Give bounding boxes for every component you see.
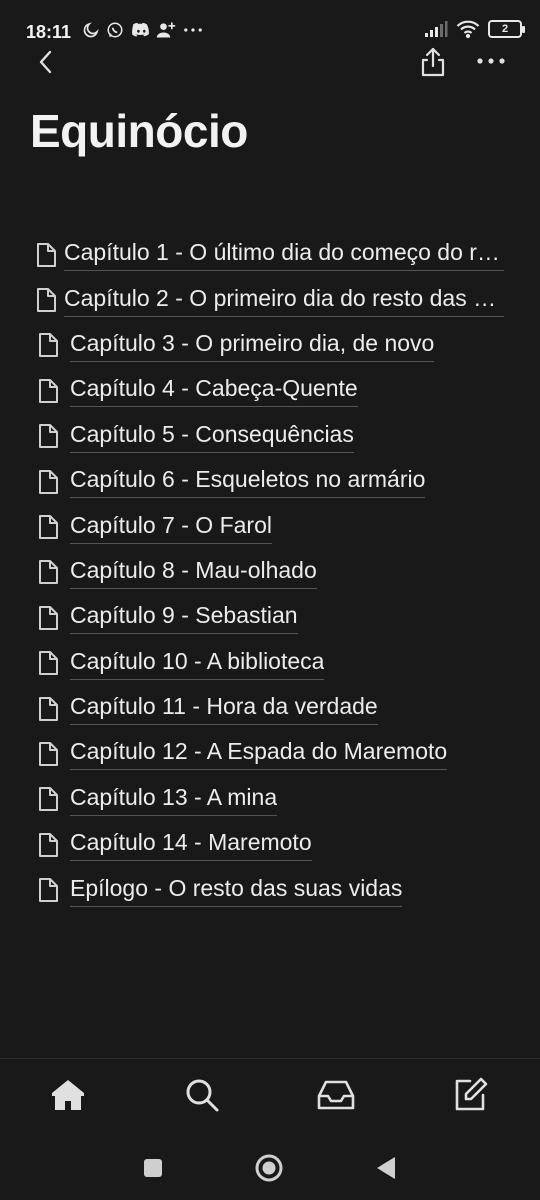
- nav-new-page-button[interactable]: [450, 1075, 490, 1115]
- recent-apps-button[interactable]: [137, 1152, 169, 1184]
- chapter-link[interactable]: Capítulo 2 - O primeiro dia do resto das…: [64, 284, 504, 317]
- status-icons-right: 2: [424, 20, 525, 38]
- recent-apps-icon: [144, 1159, 162, 1177]
- system-nav-bar: [0, 1138, 540, 1200]
- list-item[interactable]: Capítulo 3 - O primeiro dia, de novo: [30, 323, 520, 368]
- chapter-link[interactable]: Capítulo 6 - Esqueletos no armário: [70, 465, 426, 499]
- wifi-icon: [456, 20, 480, 38]
- bottom-nav: [0, 1058, 540, 1138]
- compose-icon: [455, 1077, 488, 1111]
- document-icon: [39, 741, 58, 766]
- chevron-left-icon: [39, 50, 52, 74]
- chapter-link[interactable]: Capítulo 9 - Sebastian: [70, 601, 298, 635]
- discord-icon: [132, 22, 149, 37]
- status-icons-left: [82, 21, 204, 39]
- document-icon: [39, 605, 58, 630]
- document-icon: [37, 242, 56, 267]
- document-icon: [39, 424, 58, 449]
- status-time: 18:11: [26, 22, 72, 42]
- more-dots-icon: [184, 28, 202, 32]
- document-icon: [39, 560, 58, 585]
- chapter-link[interactable]: Capítulo 11 - Hora da verdade: [70, 692, 378, 726]
- list-item[interactable]: Capítulo 10 - A biblioteca: [30, 641, 520, 686]
- chapter-link[interactable]: Capítulo 5 - Consequências: [70, 420, 354, 453]
- list-item[interactable]: Capítulo 7 - O Farol: [30, 504, 520, 549]
- share-button[interactable]: [418, 46, 448, 78]
- moon-icon: [83, 22, 99, 38]
- list-item[interactable]: Epílogo - O resto das suas vidas: [30, 867, 520, 912]
- system-back-button[interactable]: [371, 1152, 403, 1184]
- list-item[interactable]: Capítulo 11 - Hora da verdade: [30, 686, 520, 731]
- home-circle-icon: [255, 1154, 283, 1182]
- document-icon: [39, 651, 58, 676]
- chapter-link[interactable]: Capítulo 3 - O primeiro dia, de novo: [70, 329, 435, 362]
- document-icon: [37, 288, 56, 313]
- whatsapp-icon: [107, 22, 123, 38]
- document-icon: [39, 832, 58, 857]
- screen: 18:11 2 Equinócio Capítulo 1 - O último …: [0, 0, 540, 1200]
- status-bar: 18:11 2: [0, 0, 540, 44]
- document-icon: [39, 378, 58, 403]
- more-options-button[interactable]: [474, 46, 508, 76]
- list-item[interactable]: Capítulo 8 - Mau-olhado: [30, 550, 520, 595]
- inbox-icon: [317, 1080, 355, 1110]
- back-button[interactable]: [30, 46, 62, 78]
- list-item[interactable]: Capítulo 12 - A Espada do Maremoto: [30, 731, 520, 776]
- share-icon: [421, 47, 445, 77]
- battery-icon: 2: [488, 20, 525, 38]
- chapter-link[interactable]: Capítulo 7 - O Farol: [70, 511, 272, 544]
- nav-home-button[interactable]: [48, 1075, 88, 1115]
- document-icon: [39, 333, 58, 358]
- chapter-link[interactable]: Capítulo 12 - A Espada do Maremoto: [70, 737, 448, 771]
- chapter-link[interactable]: Capítulo 10 - A biblioteca: [70, 647, 325, 680]
- battery-level: 2: [501, 23, 509, 35]
- back-triangle-icon: [377, 1157, 395, 1179]
- document-icon: [39, 787, 58, 812]
- document-icon: [39, 696, 58, 721]
- list-item[interactable]: Capítulo 14 - Maremoto: [30, 822, 520, 867]
- nav-search-button[interactable]: [182, 1075, 222, 1115]
- add-user-icon: [156, 22, 176, 38]
- chapter-link[interactable]: Capítulo 4 - Cabeça-Quente: [70, 374, 358, 408]
- system-home-button[interactable]: [253, 1152, 285, 1184]
- search-icon: [186, 1079, 219, 1112]
- nav-inbox-button[interactable]: [316, 1075, 356, 1115]
- page-title: Equinócio: [30, 105, 248, 157]
- chapter-link[interactable]: Epílogo - O resto das suas vidas: [70, 874, 403, 907]
- chapter-link[interactable]: Capítulo 8 - Mau-olhado: [70, 556, 317, 589]
- list-item[interactable]: Capítulo 2 - O primeiro dia do resto das…: [30, 277, 520, 322]
- chapter-link[interactable]: Capítulo 1 - O último dia do começo do r…: [64, 238, 504, 272]
- chapter-link[interactable]: Capítulo 14 - Maremoto: [70, 828, 312, 862]
- document-icon: [39, 878, 58, 903]
- home-icon: [52, 1080, 84, 1110]
- chapter-list: Capítulo 1 - O último dia do começo do r…: [30, 232, 520, 913]
- list-item[interactable]: Capítulo 6 - Esqueletos no armário: [30, 459, 520, 504]
- list-item[interactable]: Capítulo 9 - Sebastian: [30, 595, 520, 640]
- list-item[interactable]: Capítulo 1 - O último dia do começo do r…: [30, 232, 520, 277]
- more-horizontal-icon: [477, 58, 505, 64]
- document-icon: [39, 515, 58, 540]
- document-icon: [39, 469, 58, 494]
- list-item[interactable]: Capítulo 5 - Consequências: [30, 414, 520, 459]
- signal-icon: [425, 21, 448, 37]
- chapter-link[interactable]: Capítulo 13 - A mina: [70, 783, 278, 816]
- list-item[interactable]: Capítulo 4 - Cabeça-Quente: [30, 368, 520, 413]
- list-item[interactable]: Capítulo 13 - A mina: [30, 777, 520, 822]
